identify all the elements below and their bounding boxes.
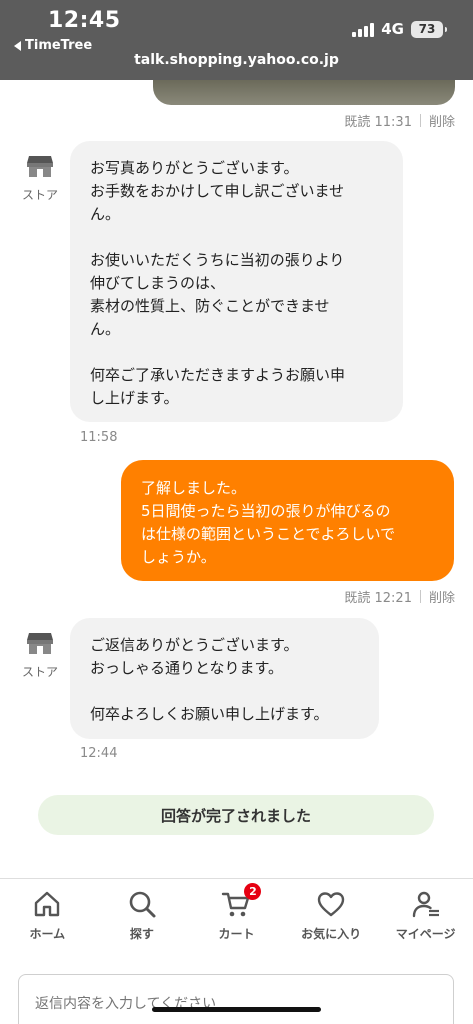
store-message-bubble: お写真ありがとうございます。 お手数をおかけして申し訳ございませ ん。 お使いい… xyxy=(70,141,403,422)
completed-status-pill: 回答が完了されました xyxy=(38,795,434,835)
store-message-bubble: ご返信ありがとうございます。 おっしゃる通りとなります。 何卒よろしくお願い申し… xyxy=(70,618,379,739)
battery-level: 73 xyxy=(418,22,436,36)
meta-divider xyxy=(419,590,421,603)
home-indicator xyxy=(152,1007,321,1012)
back-app-label: TimeTree xyxy=(25,38,93,53)
photo-meta: 既読 11:31 削除 xyxy=(344,111,455,130)
reply-meta: 既読 12:21 削除 xyxy=(344,587,455,606)
nav-favorites[interactable]: お気に入り xyxy=(284,879,379,960)
status-bar: 12:45 TimeTree 4G 73 talk.shopping.yahoo… xyxy=(0,0,473,80)
store-avatar: ストア xyxy=(18,154,62,203)
bottom-nav: ホーム 探す 2 カート お気に入り マイページ xyxy=(0,878,473,960)
nav-search[interactable]: 探す xyxy=(95,879,190,960)
nav-cart-label: カート xyxy=(218,927,255,941)
back-to-app-button[interactable]: TimeTree xyxy=(14,38,92,53)
battery-icon: 73 xyxy=(411,20,447,38)
cart-icon-wrap: 2 xyxy=(221,883,262,919)
message-time: 12:44 xyxy=(80,746,118,761)
nav-cart[interactable]: 2 カート xyxy=(189,879,284,960)
nav-favorites-label: お気に入り xyxy=(301,927,362,941)
back-triangle-icon xyxy=(14,40,21,51)
nav-home[interactable]: ホーム xyxy=(0,879,95,960)
search-icon xyxy=(129,891,156,918)
store-icon xyxy=(27,633,53,654)
nav-mypage-label: マイページ xyxy=(395,927,456,941)
store-avatar: ストア xyxy=(18,631,62,680)
message-time: 11:58 xyxy=(80,430,118,445)
nav-home-label: ホーム xyxy=(29,927,66,941)
read-receipt: 既読 12:21 xyxy=(344,591,412,606)
status-indicators: 4G 73 xyxy=(352,20,447,38)
delete-link[interactable]: 削除 xyxy=(429,587,455,606)
network-type: 4G xyxy=(381,20,404,38)
store-label: ストア xyxy=(21,665,58,679)
url-bar[interactable]: talk.shopping.yahoo.co.jp xyxy=(0,52,473,68)
home-icon xyxy=(35,891,60,917)
reply-input[interactable] xyxy=(18,974,454,1024)
screen: 12:45 TimeTree 4G 73 talk.shopping.yahoo… xyxy=(0,0,473,1024)
user-icon xyxy=(412,891,439,918)
nav-search-label: 探す xyxy=(129,927,154,941)
store-icon xyxy=(27,156,53,177)
read-receipt: 既読 11:31 xyxy=(344,115,412,130)
user-message-bubble: 了解しました。 5日間使ったら当初の張りが伸びるの は仕様の範囲ということでよろ… xyxy=(121,460,454,581)
clock: 12:45 xyxy=(48,8,121,33)
reply-input-area xyxy=(0,960,473,1024)
delete-link[interactable]: 削除 xyxy=(429,111,455,130)
signal-icon xyxy=(352,21,375,37)
heart-icon xyxy=(317,892,345,917)
nav-mypage[interactable]: マイページ xyxy=(378,879,473,960)
cart-count-badge: 2 xyxy=(244,883,262,900)
store-label: ストア xyxy=(21,188,58,202)
chat-thread[interactable]: 既読 11:31 削除 ストア お写真ありがとうございます。 お手数をおかけして… xyxy=(0,80,473,878)
sent-photo[interactable] xyxy=(153,80,455,105)
meta-divider xyxy=(419,114,421,127)
